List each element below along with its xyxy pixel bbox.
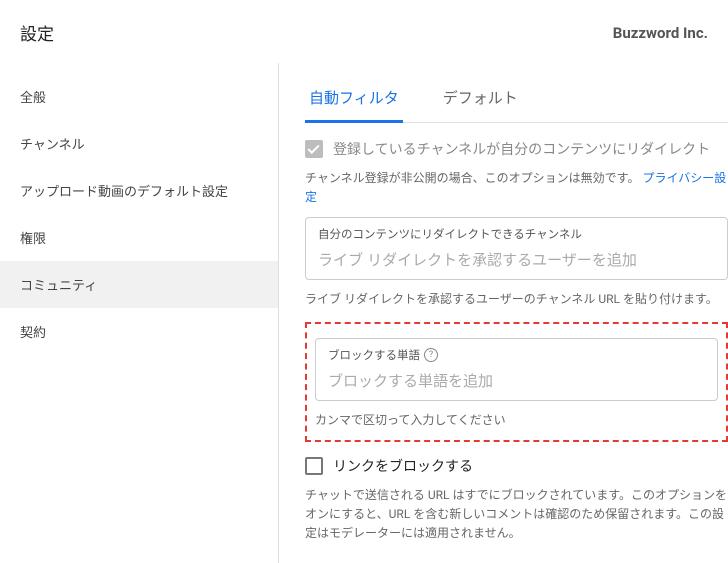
redirect-checkbox (305, 140, 323, 158)
block-links-help: チャットで送信される URL はすでにブロックされています。このオプションをオン… (305, 486, 728, 544)
sidebar-item-permissions[interactable]: 権限 (0, 214, 278, 261)
page-title: 設定 (20, 20, 54, 45)
redirect-help-below: ライブ リダイレクトを承認するユーザーのチャンネル URL を貼り付けます。 (305, 290, 728, 309)
blocked-words-label: ブロックする単語 ? (328, 347, 705, 363)
sidebar: 全般 チャンネル アップロード動画のデフォルト設定 権限 コミュニティ 契約 (0, 63, 278, 563)
block-links-label: リンクをブロックする (333, 456, 473, 476)
sidebar-item-agreements[interactable]: 契約 (0, 308, 278, 355)
redirect-box-label: 自分のコンテンツにリダイレクトできるチャンネル (318, 226, 715, 242)
block-links-checkbox[interactable] (305, 457, 323, 475)
tabs: 自動フィルタ デフォルト (305, 79, 728, 123)
sidebar-item-upload-defaults[interactable]: アップロード動画のデフォルト設定 (0, 167, 278, 214)
blocked-words-box: ブロックする単語 ? (315, 338, 718, 401)
tab-auto-filter[interactable]: 自動フィルタ (305, 79, 403, 123)
blocked-words-input[interactable] (328, 373, 705, 390)
main-content: 自動フィルタ デフォルト 登録しているチャンネルが自分のコンテンツにリダイレクト… (278, 63, 728, 563)
sidebar-item-channel[interactable]: チャンネル (0, 120, 278, 167)
blocked-words-help: カンマで区切って入力してください (315, 411, 718, 430)
redirect-help: チャンネル登録が非公開の場合、このオプションは無効です。 プライバシー設定 (305, 169, 728, 207)
tab-default[interactable]: デフォルト (439, 79, 522, 123)
sidebar-item-general[interactable]: 全般 (0, 73, 278, 120)
brand-name: Buzzword Inc. (613, 24, 708, 42)
redirect-input[interactable] (318, 252, 715, 269)
sidebar-item-community[interactable]: コミュニティ (0, 261, 278, 308)
redirect-input-box: 自分のコンテンツにリダイレクトできるチャンネル (305, 217, 728, 280)
blocked-words-highlight: ブロックする単語 ? カンマで区切って入力してください (305, 322, 728, 442)
help-icon[interactable]: ? (424, 348, 438, 362)
redirect-checkbox-label: 登録しているチャンネルが自分のコンテンツにリダイレクト (333, 139, 710, 159)
